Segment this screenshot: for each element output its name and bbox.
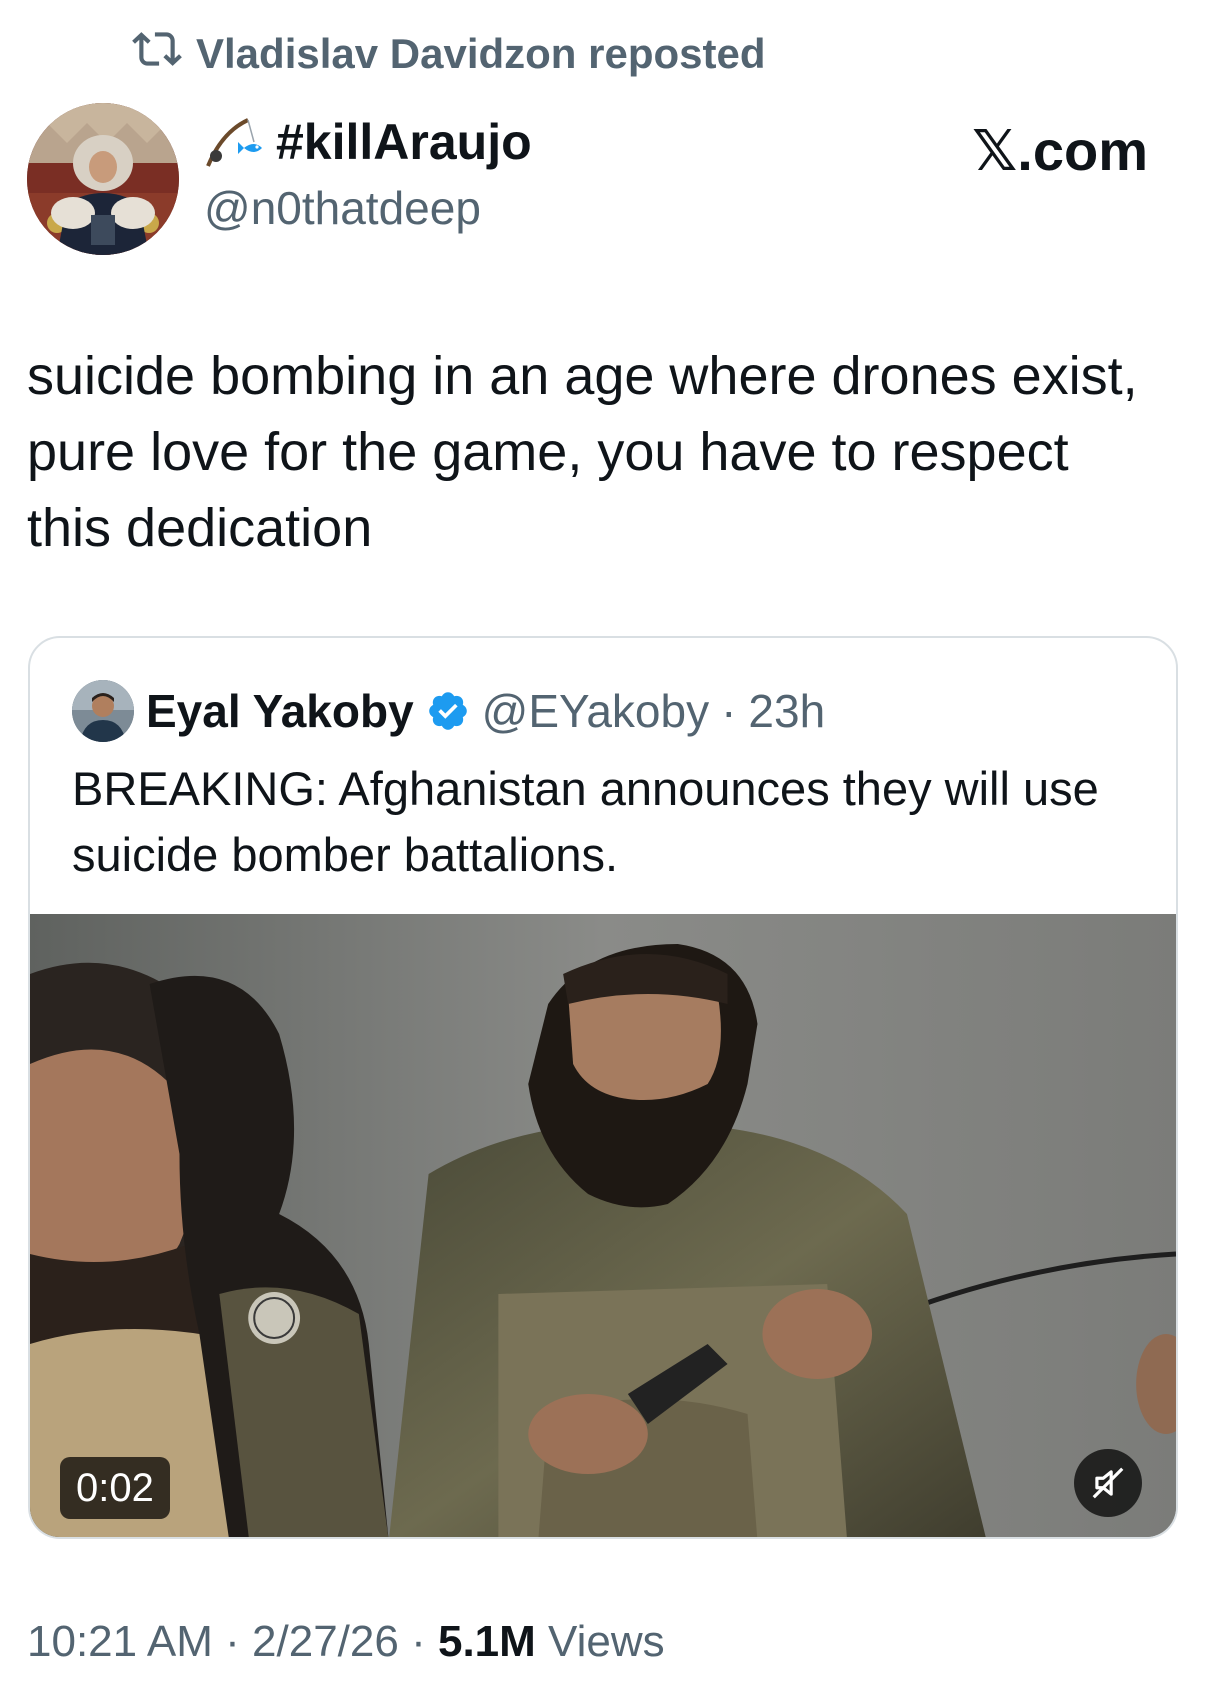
views-label: Views (548, 1617, 665, 1666)
volume-muted-icon (1092, 1467, 1124, 1499)
fishing-rod-emoji-icon (204, 112, 266, 172)
tweet-text: suicide bombing in an age where drones e… (27, 346, 1138, 558)
author-info: #killAraujo @n0thatdeep (204, 112, 532, 236)
video-player[interactable]: 0:02 (30, 914, 1176, 1537)
repost-label: Vladislav Davidzon reposted (196, 30, 766, 77)
author-display-name: #killAraujo (276, 114, 532, 170)
quoted-post-card[interactable]: Eyal Yakoby @EYakoby · 23h BREAKING: Afg… (28, 636, 1178, 1539)
meta-separator: · (721, 685, 737, 737)
quoted-post-age[interactable]: 23h (748, 683, 825, 739)
verified-badge-icon (426, 689, 470, 733)
quoted-post-text: BREAKING: Afghanistan announces they wil… (72, 762, 1099, 881)
author-handle[interactable]: @n0thatdeep (204, 180, 532, 236)
post-screenshot: Vladislav Davidzon reposted #killAraujo … (0, 0, 1206, 1693)
brand-watermark: 𝕏.com (972, 119, 1148, 182)
meta-separator: · (411, 1617, 426, 1666)
video-thumbnail (30, 914, 1176, 1537)
repost-indicator[interactable]: Vladislav Davidzon reposted (132, 24, 766, 84)
meta-separator: · (225, 1617, 240, 1666)
post-metadata: 10:21 AM · 2/27/26 · 5.1M Views (27, 1614, 665, 1670)
mute-button[interactable] (1074, 1449, 1142, 1517)
author-avatar[interactable] (27, 103, 179, 255)
quoted-author-handle[interactable]: @EYakoby (482, 683, 709, 739)
post-date[interactable]: 2/27/26 (252, 1617, 399, 1666)
author-name-row[interactable]: #killAraujo (204, 112, 532, 172)
views-count: 5.1M (437, 1617, 536, 1666)
post-time[interactable]: 10:21 AM (27, 1617, 213, 1666)
quoted-post-header: Eyal Yakoby @EYakoby · 23h (72, 680, 825, 742)
quoted-author-avatar[interactable] (72, 680, 134, 742)
quoted-author-name[interactable]: Eyal Yakoby (146, 683, 414, 739)
repost-icon (132, 24, 182, 84)
video-duration-badge: 0:02 (60, 1457, 170, 1519)
